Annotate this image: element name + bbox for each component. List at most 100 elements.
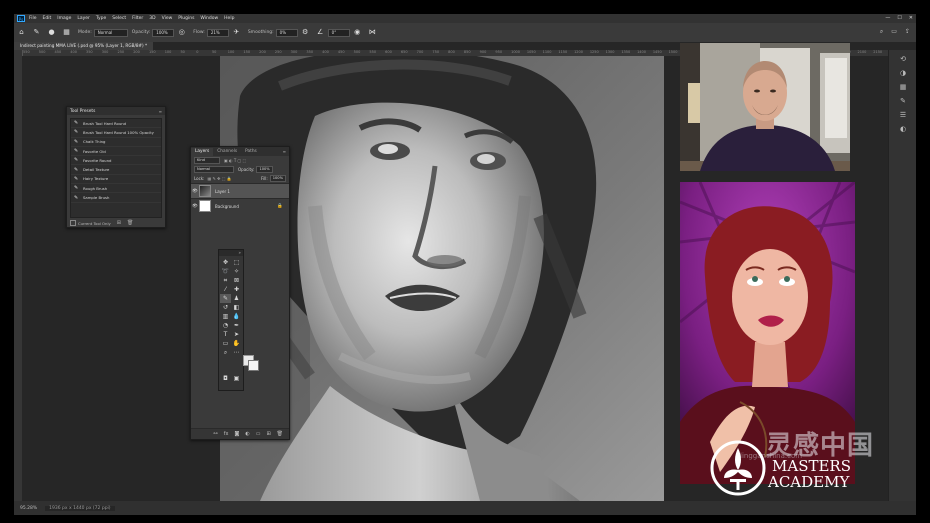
- menu-file[interactable]: File: [29, 16, 37, 21]
- list-item[interactable]: ✎ Sample Brush: [71, 193, 161, 203]
- filter-kind-select[interactable]: Kind: [194, 157, 220, 164]
- delete-layer-icon[interactable]: 🗑: [277, 431, 283, 437]
- menu-plugins[interactable]: Plugins: [178, 16, 194, 21]
- angle-icon[interactable]: ∠: [316, 28, 325, 37]
- quick-mask-icon[interactable]: ◘: [220, 374, 231, 383]
- gradient-tool-icon[interactable]: ▥: [220, 312, 231, 321]
- fx-icon[interactable]: fx: [224, 431, 229, 437]
- pen-tool-icon[interactable]: ✒: [231, 321, 242, 330]
- dodge-tool-icon[interactable]: ◔: [220, 321, 231, 330]
- menu-filter[interactable]: Filter: [132, 16, 143, 21]
- minimize-button[interactable]: —: [885, 15, 890, 21]
- menu-3d[interactable]: 3D: [149, 16, 155, 21]
- document-info[interactable]: 1936 px x 1440 px (72 ppi): [45, 505, 115, 511]
- menu-edit[interactable]: Edit: [43, 16, 52, 21]
- filter-icons[interactable]: ▣ ◐ T ▢ ⬚: [224, 158, 246, 163]
- maximize-button[interactable]: ☐: [897, 15, 901, 21]
- lasso-tool-icon[interactable]: ➰: [220, 267, 231, 276]
- list-item[interactable]: ✎ Brush Tool Hard Round 100% Opacity: [71, 128, 161, 138]
- brushes-panel-icon[interactable]: ✎: [897, 96, 909, 106]
- move-tool-icon[interactable]: ✥: [220, 258, 231, 267]
- angle-field[interactable]: 0°: [327, 28, 350, 37]
- opacity-field[interactable]: 100%: [152, 28, 175, 37]
- toolbox-collapse-icon[interactable]: »: [219, 250, 243, 256]
- eraser-tool-icon[interactable]: ◧: [231, 303, 242, 312]
- color-panel-icon[interactable]: ◑: [897, 68, 909, 78]
- shape-tool-icon[interactable]: ▭: [220, 339, 231, 348]
- smoothing-settings-icon[interactable]: ⚙: [301, 28, 310, 37]
- layer-row-layer-1[interactable]: 👁 Layer 1: [191, 183, 289, 198]
- brush-tool-icon[interactable]: ✎: [32, 28, 41, 37]
- menu-select[interactable]: Select: [112, 16, 126, 21]
- list-item[interactable]: ✎ Favorite Old: [71, 147, 161, 157]
- list-item[interactable]: ✎ Detail Texture: [71, 165, 161, 175]
- add-mask-icon[interactable]: ◙: [234, 431, 239, 437]
- home-icon[interactable]: ⌂: [17, 28, 26, 37]
- layer-opacity-field[interactable]: 100%: [256, 166, 273, 173]
- layer-name[interactable]: Layer 1: [215, 189, 230, 194]
- new-group-icon[interactable]: ▭: [256, 431, 261, 437]
- delete-preset-icon[interactable]: 🗑: [127, 220, 133, 226]
- list-item[interactable]: ✎ Rough Brush: [71, 184, 161, 194]
- stamp-tool-icon[interactable]: ♟: [231, 294, 242, 303]
- adjustment-layer-icon[interactable]: ◐: [245, 431, 249, 437]
- background-color-swatch[interactable]: [248, 360, 259, 371]
- new-preset-icon[interactable]: ⊞: [117, 220, 121, 226]
- visibility-eye-icon[interactable]: 👁: [191, 204, 199, 209]
- list-item[interactable]: ✎ Hairy Texture: [71, 175, 161, 185]
- share-icon[interactable]: ⇪: [905, 28, 910, 36]
- hand-tool-icon[interactable]: ✋: [231, 339, 242, 348]
- frame-tool-icon[interactable]: ⊠: [231, 276, 242, 285]
- menu-layer[interactable]: Layer: [77, 16, 90, 21]
- tab-layers[interactable]: Layers: [191, 148, 214, 156]
- close-button[interactable]: ✕: [909, 15, 913, 21]
- blend-mode-select[interactable]: Normal: [194, 166, 234, 173]
- menu-type[interactable]: Type: [96, 16, 106, 21]
- quick-select-tool-icon[interactable]: ✧: [231, 267, 242, 276]
- menu-window[interactable]: Window: [200, 16, 218, 21]
- symmetry-icon[interactable]: ⋈: [368, 28, 377, 37]
- document-tab[interactable]: Indirect painting MMA LIVE (.psd @ 95% (…: [14, 42, 154, 50]
- tab-channels[interactable]: Channels: [213, 148, 241, 156]
- crop-tool-icon[interactable]: ⌗: [220, 276, 231, 285]
- layer-fill-field[interactable]: 100%: [269, 175, 286, 182]
- tab-paths[interactable]: Paths: [241, 148, 261, 156]
- pressure-size-icon[interactable]: ◉: [353, 28, 362, 37]
- pressure-opacity-icon[interactable]: ◎: [177, 28, 186, 37]
- history-panel-icon[interactable]: ⟲: [897, 54, 909, 64]
- airbrush-icon[interactable]: ✈: [232, 28, 241, 37]
- menu-image[interactable]: Image: [57, 16, 71, 21]
- eyedropper-tool-icon[interactable]: ⁄: [220, 285, 231, 294]
- layer-name[interactable]: Background: [215, 204, 239, 209]
- link-layers-icon[interactable]: ⚯: [214, 431, 218, 437]
- healing-tool-icon[interactable]: ✚: [231, 285, 242, 294]
- mode-select[interactable]: Normal: [93, 28, 128, 37]
- panel-menu-icon[interactable]: ≡: [283, 149, 286, 154]
- workspace-icon[interactable]: ▭: [891, 28, 897, 36]
- brush-tool-icon[interactable]: ✎: [220, 294, 231, 303]
- swatches-panel-icon[interactable]: ▦: [897, 82, 909, 92]
- smoothing-field[interactable]: 0%: [275, 28, 298, 37]
- screen-mode-icon[interactable]: ▣: [231, 374, 242, 383]
- layer-row-background[interactable]: 👁 Background 🔒: [191, 198, 289, 213]
- blur-tool-icon[interactable]: 💧: [231, 312, 242, 321]
- new-layer-icon[interactable]: ⊞: [266, 431, 270, 437]
- history-brush-icon[interactable]: ↺: [220, 303, 231, 312]
- brush-preset-picker-icon[interactable]: ●: [47, 28, 56, 37]
- zoom-tool-icon[interactable]: ⌕: [220, 348, 231, 357]
- panel-menu-icon[interactable]: ≡: [159, 109, 162, 114]
- brush-settings-icon[interactable]: ▦: [62, 28, 71, 37]
- list-item[interactable]: ✎ Brush Tool Hard Round: [71, 119, 161, 129]
- adjustments-panel-icon[interactable]: ◐: [897, 124, 909, 134]
- lock-icons[interactable]: ▦ ✎ ✥ ⬚ 🔒: [207, 176, 231, 181]
- type-tool-icon[interactable]: T: [220, 330, 231, 339]
- search-icon[interactable]: ⌕: [880, 28, 883, 36]
- path-select-icon[interactable]: ➤: [231, 330, 242, 339]
- flow-field[interactable]: 21%: [206, 28, 229, 37]
- menu-help[interactable]: Help: [224, 16, 234, 21]
- menu-view[interactable]: View: [162, 16, 173, 21]
- list-item[interactable]: ✎ Chalk Thing: [71, 138, 161, 147]
- zoom-level[interactable]: 95.28%: [20, 506, 37, 511]
- marquee-tool-icon[interactable]: ⬚: [231, 258, 242, 267]
- list-item[interactable]: ✎ Favorite Round: [71, 156, 161, 166]
